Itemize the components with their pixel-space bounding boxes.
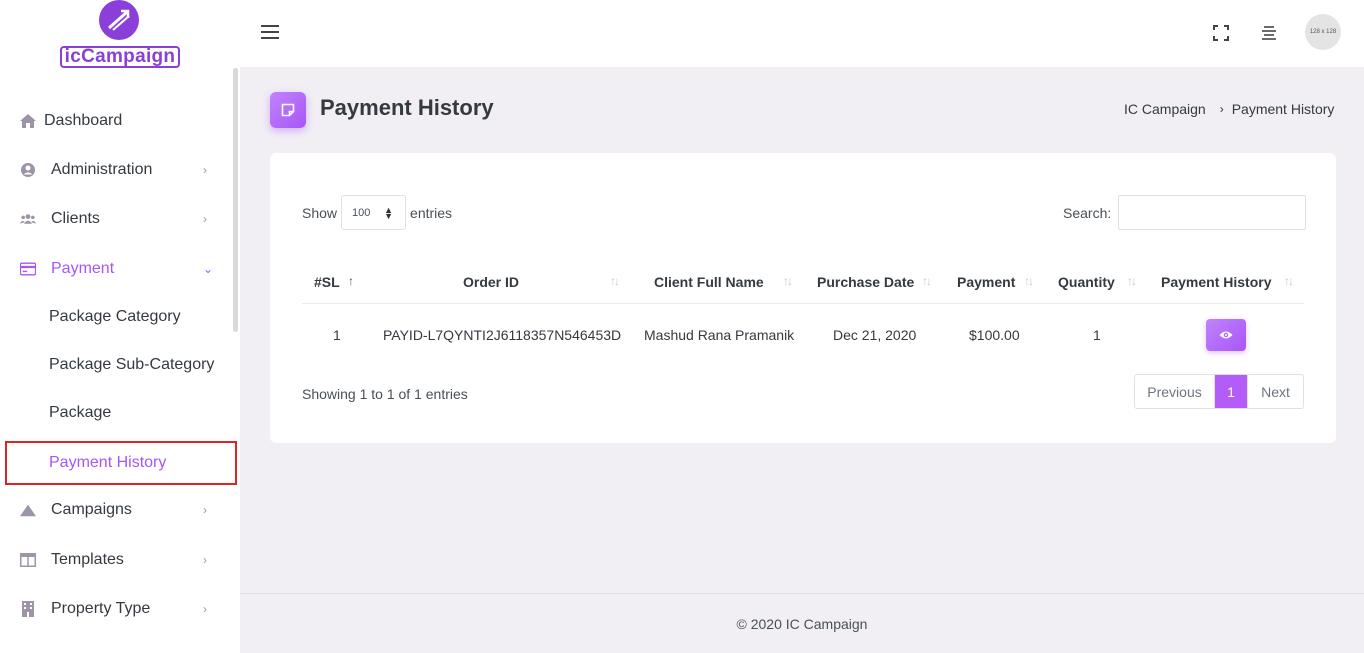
sidebar-subitem-package-category[interactable]: Package Category [0, 297, 232, 337]
show-label: Show [302, 204, 338, 221]
fullscreen-icon[interactable] [1212, 24, 1230, 42]
sidebar-item-administration[interactable]: Administration › [0, 150, 232, 190]
sort-icon[interactable]: ↑↓ [1024, 274, 1034, 288]
sidebar-item-payment[interactable]: Payment ⌄ [0, 249, 232, 289]
cell-payment: $100.00 [969, 327, 1020, 343]
sidebar-scrollbar[interactable] [233, 68, 238, 332]
column-header-label: #SL [314, 274, 340, 290]
sidebar-item-label: Campaigns [51, 501, 132, 518]
chevron-right-icon: › [203, 212, 207, 226]
column-header-label: Quantity [1058, 274, 1115, 290]
sidebar: icCampaign Dashboard Administration › Cl… [0, 0, 240, 653]
cell-client-name: Mashud Rana Pramanik [644, 327, 795, 343]
table-header: #SL ↑ Order ID ↑↓ Client Full Name ↑↓ Pu… [302, 260, 1304, 304]
column-header-label: Payment History [1161, 274, 1272, 290]
home-icon [20, 113, 36, 129]
user-circle-icon [20, 162, 36, 178]
sidebar-item-label: Templates [51, 551, 124, 568]
chevron-down-icon: ⌄ [203, 262, 214, 276]
breadcrumb-link-home[interactable]: IC Campaign [1124, 101, 1206, 117]
sidebar-subitem-package-sub-category[interactable]: Package Sub-Category [0, 345, 232, 385]
search-input[interactable] [1118, 195, 1307, 230]
columns-icon [20, 552, 36, 568]
pagination-previous-button[interactable]: Previous [1135, 375, 1215, 408]
pagination: Previous 1 Next [1134, 374, 1304, 409]
sort-icon[interactable]: ↑↓ [1284, 274, 1294, 288]
page-title-icon [270, 92, 306, 128]
column-header-label: Purchase Date [817, 274, 915, 290]
table-info: Showing 1 to 1 of 1 entries [302, 386, 468, 402]
menu-toggle-icon[interactable] [261, 25, 279, 39]
search-label: Search: [1063, 204, 1112, 221]
credit-card-icon [20, 261, 36, 277]
payment-history-card: Show 100 ▲ ▼ entries Search: #SL ↑ Order … [270, 153, 1336, 443]
column-header-quantity[interactable]: Quantity [1058, 260, 1115, 304]
sidebar-subitem-label: Package Sub-Category [49, 356, 215, 373]
breadcrumb: IC Campaign › Payment History [1124, 101, 1334, 117]
breadcrumb-current: Payment History [1231, 101, 1335, 117]
column-header-purchase-date[interactable]: Purchase Date [817, 260, 914, 304]
select-caret-icon: ▲ ▼ [384, 205, 394, 221]
page-length-control: Show 100 ▲ ▼ entries [302, 195, 452, 230]
sidebar-item-campaigns[interactable]: Campaigns › [0, 490, 232, 530]
topbar: 128 x 128 [240, 0, 1364, 67]
column-header-label: Payment [957, 274, 1016, 290]
footer: © 2020 IC Campaign [240, 593, 1364, 653]
sort-asc-icon[interactable]: ↑ [348, 274, 354, 288]
sidebar-subitem-label: Package Category [49, 308, 181, 325]
pagination-next-button[interactable]: Next [1247, 375, 1303, 408]
sort-icon[interactable]: ↑↓ [783, 274, 793, 288]
chevron-right-icon: › [203, 553, 207, 567]
users-icon [20, 211, 36, 227]
sidebar-item-label: Administration [51, 161, 153, 178]
column-header-sl[interactable]: #SL [314, 260, 340, 304]
pagination-page-button[interactable]: 1 [1215, 375, 1247, 408]
sidebar-subitem-package[interactable]: Package [0, 393, 232, 433]
sort-icon[interactable]: ↑↓ [922, 274, 932, 288]
cell-order-id: PAYID-L7QYNTI2J6118357N546453D [383, 327, 622, 343]
cell-quantity: 1 [1093, 327, 1101, 343]
page-length-value: 100 [352, 206, 371, 219]
sort-icon[interactable]: ↑↓ [610, 274, 620, 288]
column-header-client-name[interactable]: Client Full Name [654, 260, 764, 304]
sidebar-subitem-payment-history[interactable]: Payment History [5, 441, 237, 485]
chevron-right-icon: › [1219, 102, 1224, 116]
chevron-right-icon: › [203, 503, 207, 517]
avatar[interactable]: 128 x 128 [1305, 14, 1341, 50]
sort-icon[interactable]: ↑↓ [1127, 274, 1137, 288]
column-header-label: Client Full Name [654, 274, 764, 290]
eye-icon [1219, 331, 1233, 339]
sidebar-item-templates[interactable]: Templates › [0, 540, 232, 580]
logo-text: icCampaign [60, 46, 180, 68]
table-row: 1 PAYID-L7QYNTI2J6118357N546453D Mashud … [302, 305, 1304, 365]
cell-purchase-date: Dec 21, 2020 [833, 327, 917, 343]
sidebar-item-dashboard[interactable]: Dashboard [0, 101, 232, 141]
footer-text: © 2020 IC Campaign [736, 615, 868, 632]
sidebar-item-label: Dashboard [44, 112, 123, 129]
sidebar-subitem-label: Package [49, 404, 112, 421]
entries-label: entries [410, 204, 453, 221]
sidebar-item-property-type[interactable]: Property Type › [0, 589, 232, 629]
chevron-right-icon: › [203, 602, 207, 616]
sidebar-item-label: Clients [51, 210, 100, 227]
view-payment-button[interactable] [1206, 319, 1246, 351]
align-center-icon[interactable] [1260, 24, 1278, 42]
logo-mark-icon [99, 0, 139, 40]
column-header-order-id[interactable]: Order ID [463, 260, 519, 304]
column-header-payment-history[interactable]: Payment History [1161, 260, 1271, 304]
page-title: Payment History [320, 95, 494, 120]
search-control: Search: [1063, 195, 1307, 230]
column-header-label: Order ID [463, 274, 520, 290]
sidebar-item-label: Property Type [51, 600, 151, 617]
logo[interactable]: icCampaign [58, 0, 182, 70]
cell-sl: 1 [333, 327, 341, 343]
sidebar-item-clients[interactable]: Clients › [0, 199, 232, 239]
mountain-icon [20, 502, 36, 518]
column-header-payment[interactable]: Payment [957, 260, 1015, 304]
page-length-select[interactable]: 100 ▲ ▼ [341, 195, 407, 230]
building-icon [20, 601, 36, 617]
sidebar-subitem-label: Payment History [49, 454, 167, 471]
chevron-right-icon: › [203, 163, 207, 177]
sidebar-item-label: Payment [51, 260, 115, 277]
